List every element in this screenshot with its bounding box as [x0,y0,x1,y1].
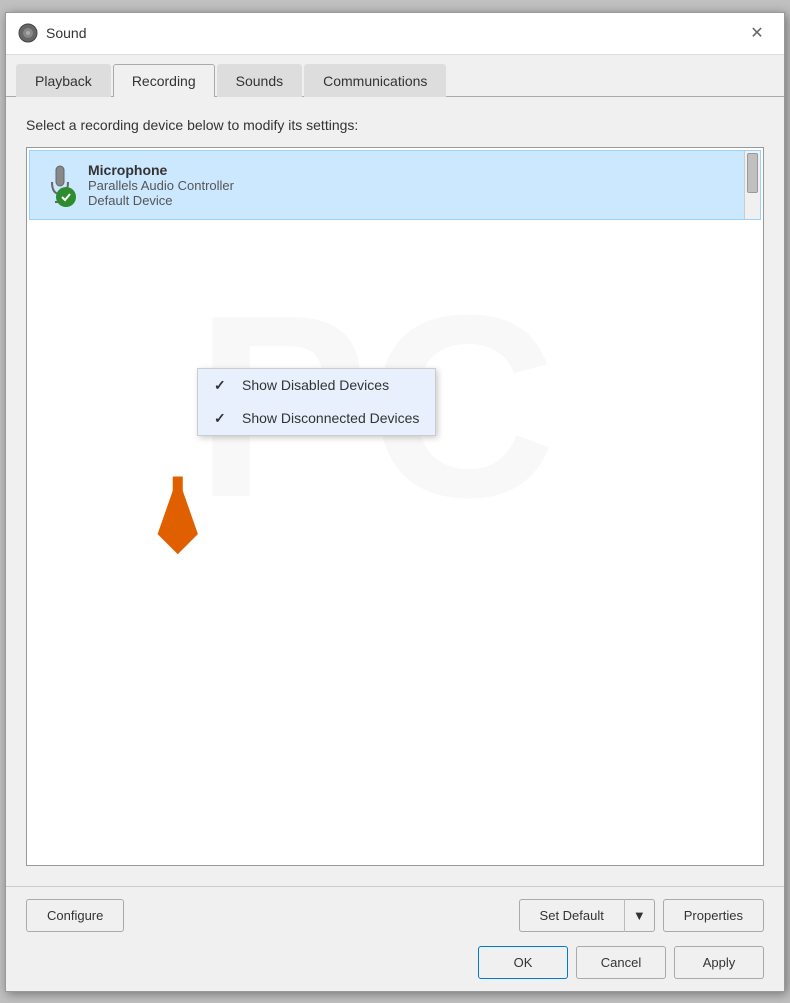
tab-sounds[interactable]: Sounds [217,64,302,97]
device-item-microphone[interactable]: Microphone Parallels Audio Controller De… [29,150,761,220]
check-disconnected-icon: ✓ [214,410,234,427]
tab-recording[interactable]: Recording [113,64,215,97]
arrow-indicator [128,455,235,562]
scrollbar-track [745,151,760,219]
set-default-dropdown-button[interactable]: ▼ [624,899,655,932]
context-menu-item-show-disconnected[interactable]: ✓ Show Disconnected Devices [198,402,435,435]
default-check-badge [56,187,76,207]
show-disabled-label: Show Disabled Devices [242,377,389,393]
configure-button[interactable]: Configure [26,899,124,932]
device-action-buttons: Configure Set Default ▼ Properties [26,899,764,932]
dialog-title: Sound [46,25,86,41]
context-menu: ✓ Show Disabled Devices ✓ Show Disconnec… [197,368,436,436]
device-icon-area [42,161,78,209]
set-default-button[interactable]: Set Default [519,899,624,932]
apply-button[interactable]: Apply [674,946,764,979]
tab-bar: Playback Recording Sounds Communications [6,55,784,97]
device-status: Default Device [88,193,748,208]
context-menu-item-show-disabled[interactable]: ✓ Show Disabled Devices [198,369,435,402]
sound-dialog: Sound ✕ Playback Recording Sounds Commun… [5,12,785,992]
tab-playback[interactable]: Playback [16,64,111,97]
device-list[interactable]: PC [26,147,764,866]
properties-button[interactable]: Properties [663,899,764,932]
footer-buttons: OK Cancel Apply [26,946,764,979]
instruction-text: Select a recording device below to modif… [26,117,764,133]
ok-button[interactable]: OK [478,946,568,979]
device-name: Microphone [88,162,748,178]
sound-icon [18,23,38,43]
set-default-group: Set Default ▼ [519,899,655,932]
dialog-action-buttons: OK Cancel Apply [478,946,764,979]
close-button[interactable]: ✕ [742,18,772,48]
tab-communications[interactable]: Communications [304,64,446,97]
watermark: PC [27,148,763,865]
bottom-area: Configure Set Default ▼ Properties OK Ca… [6,886,784,991]
check-disabled-icon: ✓ [214,377,234,394]
show-disconnected-label: Show Disconnected Devices [242,410,419,426]
scrollbar-thumb[interactable] [747,153,758,193]
title-bar-left: Sound [18,23,86,43]
device-info: Microphone Parallels Audio Controller De… [88,162,748,208]
title-bar: Sound ✕ [6,13,784,55]
scrollbar[interactable] [744,151,760,219]
device-controller: Parallels Audio Controller [88,178,748,193]
main-content: Select a recording device below to modif… [6,97,784,886]
cancel-button[interactable]: Cancel [576,946,666,979]
